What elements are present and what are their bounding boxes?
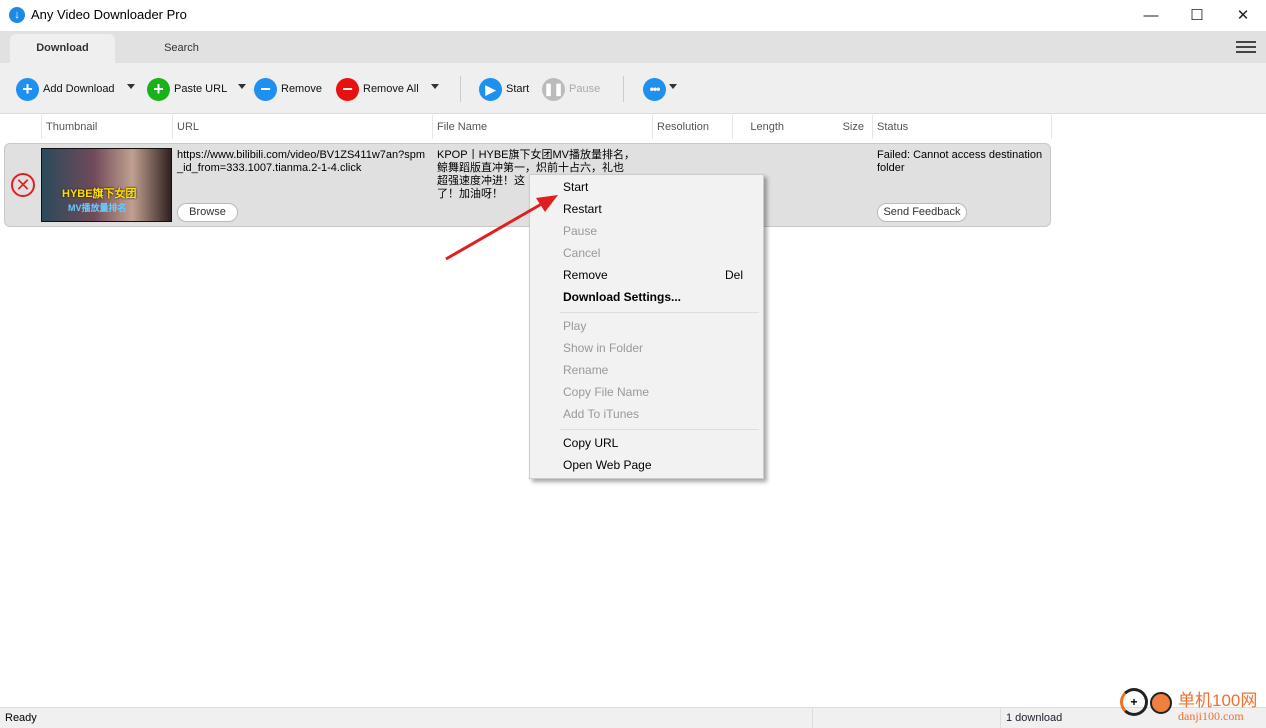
remove-button[interactable]: − Remove bbox=[254, 77, 322, 101]
menu-item-copy-file-name[interactable]: Copy File Name bbox=[563, 381, 753, 403]
add-download-label: Add Download bbox=[43, 83, 115, 95]
toolbar-divider bbox=[623, 76, 624, 102]
status-bar: Ready 1 download bbox=[0, 707, 1266, 728]
menu-label: Show in Folder bbox=[563, 341, 644, 355]
menu-label: Add To iTunes bbox=[563, 407, 640, 421]
menu-shortcut: Del bbox=[724, 268, 743, 282]
status-divider bbox=[812, 708, 813, 728]
menu-item-play[interactable]: Play bbox=[563, 315, 753, 337]
download-count: 1 download bbox=[1006, 712, 1063, 724]
watermark-logo: + 单机100网 danji100.com bbox=[1118, 684, 1266, 728]
maximize-button[interactable]: ☐ bbox=[1174, 0, 1220, 31]
minus-icon: − bbox=[336, 77, 359, 101]
menu-label: Remove bbox=[563, 268, 608, 282]
thumbnail-text: MV播放量排名 bbox=[68, 203, 127, 213]
remove-label: Remove bbox=[281, 83, 322, 95]
play-icon: ▶ bbox=[479, 77, 502, 101]
paste-url-dropdown-icon[interactable] bbox=[238, 84, 246, 89]
tab-download[interactable]: Download bbox=[10, 34, 115, 63]
column-url[interactable]: URL bbox=[172, 115, 432, 139]
table-header: Thumbnail URL File Name Resolution Lengt… bbox=[0, 115, 1052, 139]
paste-url-label: Paste URL bbox=[174, 83, 228, 95]
watermark-url: danji100.com bbox=[1178, 709, 1244, 723]
pause-label: Pause bbox=[569, 83, 601, 95]
menu-item-show-in-folder[interactable]: Show in Folder bbox=[563, 337, 753, 359]
close-button[interactable]: ✕ bbox=[1220, 0, 1266, 31]
watermark-circle-icon bbox=[1150, 692, 1172, 714]
tab-bar: Download Search bbox=[0, 31, 1266, 63]
menu-label: Play bbox=[563, 319, 587, 333]
menu-label: Start bbox=[563, 180, 589, 194]
remove-all-dropdown-icon[interactable] bbox=[431, 84, 439, 89]
start-label: Start bbox=[506, 83, 530, 95]
failed-icon: ✕ bbox=[11, 173, 35, 197]
column-length[interactable]: Length bbox=[732, 115, 792, 139]
menu-label: Restart bbox=[563, 202, 602, 216]
add-download-button[interactable]: + Add Download bbox=[16, 77, 115, 101]
pause-button[interactable]: ❚❚ Pause bbox=[542, 77, 600, 101]
file-name-text: KPOP丨HYBE旗下女团MV播放量排名， bbox=[437, 149, 636, 161]
menu-label: Copy URL bbox=[563, 436, 619, 450]
download-row[interactable]: ✕ HYBE旗下女团 MV播放量排名 https://www.bilibili.… bbox=[4, 143, 1051, 227]
hamburger-menu-icon[interactable] bbox=[1236, 38, 1256, 54]
url-text: _id_from=333.1007.tianma.2-1-4.click bbox=[177, 162, 362, 174]
status-ready: Ready bbox=[5, 712, 37, 724]
title-bar: ↓ Any Video Downloader Pro — ☐ ✕ bbox=[0, 0, 1266, 31]
menu-item-download-settings[interactable]: Download Settings... bbox=[563, 286, 753, 308]
app-download-icon: ↓ bbox=[9, 7, 25, 23]
url-cell: https://www.bilibili.com/video/BV1ZS411w… bbox=[177, 149, 437, 175]
plus-icon: + bbox=[16, 77, 39, 101]
menu-item-pause[interactable]: Pause bbox=[563, 220, 753, 242]
menu-item-remove[interactable]: Remove Del bbox=[563, 264, 753, 286]
menu-label: Pause bbox=[563, 224, 598, 238]
column-thumbnail[interactable]: Thumbnail bbox=[41, 115, 172, 139]
tab-search[interactable]: Search bbox=[129, 34, 234, 63]
status-divider bbox=[1000, 708, 1001, 728]
menu-label: Copy File Name bbox=[563, 385, 650, 399]
menu-label: Download Settings... bbox=[563, 290, 682, 304]
menu-separator bbox=[560, 312, 759, 313]
menu-item-cancel[interactable]: Cancel bbox=[563, 242, 753, 264]
toolbar-divider bbox=[460, 76, 461, 102]
minimize-button[interactable]: — bbox=[1128, 0, 1174, 31]
url-text: https://www.bilibili.com/video/BV1ZS411w… bbox=[177, 149, 426, 161]
toolbar: + Add Download + Paste URL − Remove − Remove… bbox=[0, 63, 1266, 114]
status-text: Failed: Cannot access destination folder bbox=[877, 149, 1043, 174]
more-dropdown-icon[interactable] bbox=[669, 84, 677, 89]
column-status[interactable]: Status bbox=[872, 115, 1052, 139]
menu-item-open-web-page[interactable]: Open Web Page bbox=[563, 454, 753, 476]
remove-all-button[interactable]: − Remove All bbox=[336, 77, 419, 101]
menu-label: Open Web Page bbox=[563, 458, 652, 472]
column-size[interactable]: Size bbox=[792, 115, 872, 139]
browse-button[interactable]: Browse bbox=[177, 203, 238, 222]
add-download-dropdown-icon[interactable] bbox=[127, 84, 135, 89]
paste-url-button[interactable]: + Paste URL bbox=[147, 77, 227, 101]
menu-label: Rename bbox=[563, 363, 609, 377]
more-options-button[interactable]: ••• bbox=[643, 77, 670, 101]
pause-icon: ❚❚ bbox=[542, 77, 565, 101]
menu-item-restart[interactable]: Restart bbox=[563, 198, 753, 220]
watermark-text: 单机100网 bbox=[1178, 691, 1258, 710]
window-title: Any Video Downloader Pro bbox=[31, 7, 187, 22]
menu-item-start[interactable]: Start bbox=[563, 176, 753, 198]
menu-item-copy-url[interactable]: Copy URL bbox=[563, 432, 753, 454]
menu-label: Cancel bbox=[563, 246, 601, 260]
menu-separator bbox=[560, 429, 759, 430]
plus-icon: + bbox=[147, 77, 170, 101]
column-file-name[interactable]: File Name bbox=[432, 115, 652, 139]
menu-item-rename[interactable]: Rename bbox=[563, 359, 753, 381]
start-button[interactable]: ▶ Start bbox=[479, 77, 529, 101]
send-feedback-button[interactable]: Send Feedback bbox=[877, 203, 967, 222]
minus-icon: − bbox=[254, 77, 277, 101]
video-thumbnail: HYBE旗下女团 MV播放量排名 bbox=[41, 148, 172, 222]
thumbnail-text: HYBE旗下女团 bbox=[62, 188, 137, 200]
column-resolution[interactable]: Resolution bbox=[652, 115, 732, 139]
context-menu: Start Restart Pause Cancel Remove Del Dow… bbox=[529, 174, 764, 479]
remove-all-label: Remove All bbox=[363, 83, 419, 95]
watermark-plus-icon: + bbox=[1120, 688, 1148, 716]
more-dots-icon: ••• bbox=[643, 77, 666, 101]
menu-item-add-to-itunes[interactable]: Add To iTunes bbox=[563, 403, 753, 425]
